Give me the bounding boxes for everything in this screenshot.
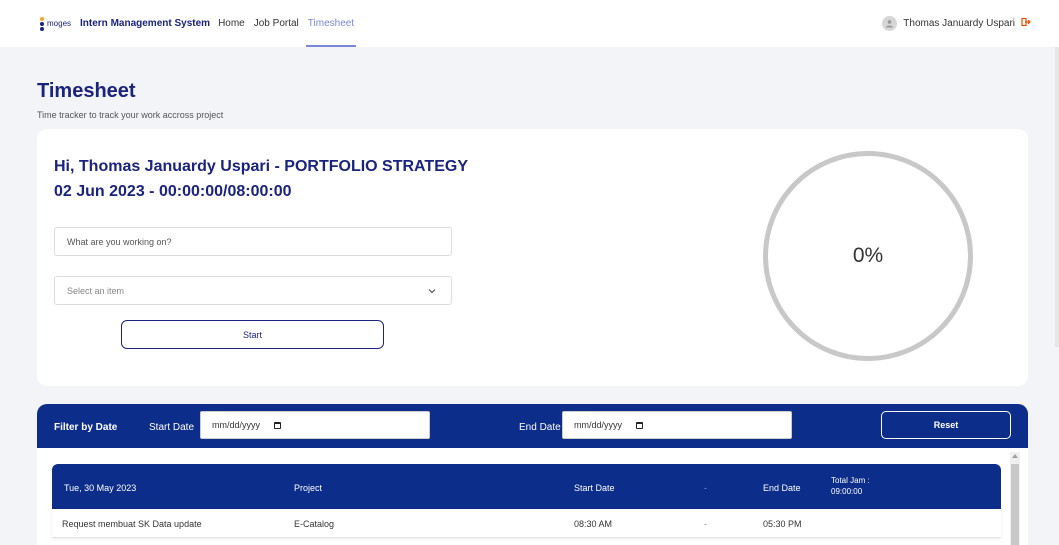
end-date-input[interactable]: mm/dd/yyyy <box>562 411 792 439</box>
header-total-label: Total Jam : <box>831 476 870 485</box>
page-title: Timesheet <box>37 80 136 102</box>
top-navbar: moges Intern Management System Home Job … <box>0 0 1059 47</box>
nav-link-job-portal[interactable]: Job Portal <box>254 18 299 29</box>
start-date-input[interactable]: mm/dd/yyyy <box>200 411 430 439</box>
nav-link-home[interactable]: Home <box>218 18 245 29</box>
nav-link-timesheet[interactable]: Timesheet <box>305 0 357 47</box>
filter-label: Filter by Date <box>54 422 118 433</box>
header-total-value: 09:00:00 <box>831 487 863 496</box>
row-end: 05:30 PM <box>763 519 802 529</box>
project-select-placeholder: Select an item <box>67 285 125 296</box>
avatar <box>882 16 898 31</box>
scrollbar-thumb[interactable] <box>1011 464 1019 545</box>
end-date-placeholder: mm/dd/yyyy <box>574 420 623 430</box>
progress-ring: 0% <box>763 151 973 361</box>
calendar-icon[interactable] <box>636 421 644 429</box>
page-scrollbar[interactable] <box>1055 47 1059 347</box>
task-input-placeholder: What are you working on? <box>67 236 172 247</box>
page-subtitle: Time tracker to track your work accross … <box>37 110 224 120</box>
user-menu[interactable]: Thomas Januardy Uspari <box>882 16 1031 31</box>
scroll-up-icon[interactable] <box>1012 454 1018 458</box>
filter-panel: Filter by Date Start Date mm/dd/yyyy End… <box>37 404 1028 545</box>
user-icon <box>886 20 894 28</box>
logo-text: moges <box>47 19 72 28</box>
brand-name[interactable]: Intern Management System <box>80 18 210 29</box>
start-date-placeholder: mm/dd/yyyy <box>212 420 261 430</box>
project-select[interactable]: Select an item <box>54 276 452 305</box>
row-project: E-Catalog <box>294 519 335 529</box>
header-project: Project <box>294 483 323 493</box>
task-input[interactable]: What are you working on? <box>54 227 452 256</box>
header-start-date: Start Date <box>574 483 615 493</box>
app-logo[interactable]: moges <box>38 16 72 31</box>
header-total: Total Jam : 09:00:00 <box>831 475 870 497</box>
row-task: Request membuat SK Data update <box>62 519 202 529</box>
logo-mark-icon <box>38 16 46 31</box>
user-name: Thomas Januardy Uspari <box>903 18 1015 29</box>
row-start: 08:30 AM <box>574 519 613 529</box>
header-date: Tue, 30 May 2023 <box>64 483 137 493</box>
start-date-label: Start Date <box>149 422 195 433</box>
row-separator: - <box>704 519 707 529</box>
header-end-date: End Date <box>763 483 801 493</box>
header-separator: - <box>704 483 707 493</box>
reset-button[interactable]: Reset <box>881 411 1011 439</box>
timer-text: 02 Jun 2023 - 00:00:00/08:00:00 <box>54 183 292 200</box>
end-date-label: End Date <box>519 422 561 433</box>
table-scrollbar[interactable] <box>1010 452 1020 545</box>
progress-percent: 0% <box>852 244 884 267</box>
logout-icon[interactable] <box>1021 17 1031 30</box>
chevron-down-icon <box>428 289 436 294</box>
calendar-icon[interactable] <box>274 421 282 429</box>
table-header: Tue, 30 May 2023 Project Start Date - En… <box>52 464 1001 509</box>
greeting-text: Hi, Thomas Januardy Uspari - PORTFOLIO S… <box>54 158 468 175</box>
start-button[interactable]: Start <box>121 320 384 349</box>
table-row[interactable]: Request membuat SK Data update E-Catalog… <box>52 509 1001 538</box>
tracker-card: Hi, Thomas Januardy Uspari - PORTFOLIO S… <box>37 129 1028 386</box>
timesheet-table-panel: Tue, 30 May 2023 Project Start Date - En… <box>37 448 1028 545</box>
